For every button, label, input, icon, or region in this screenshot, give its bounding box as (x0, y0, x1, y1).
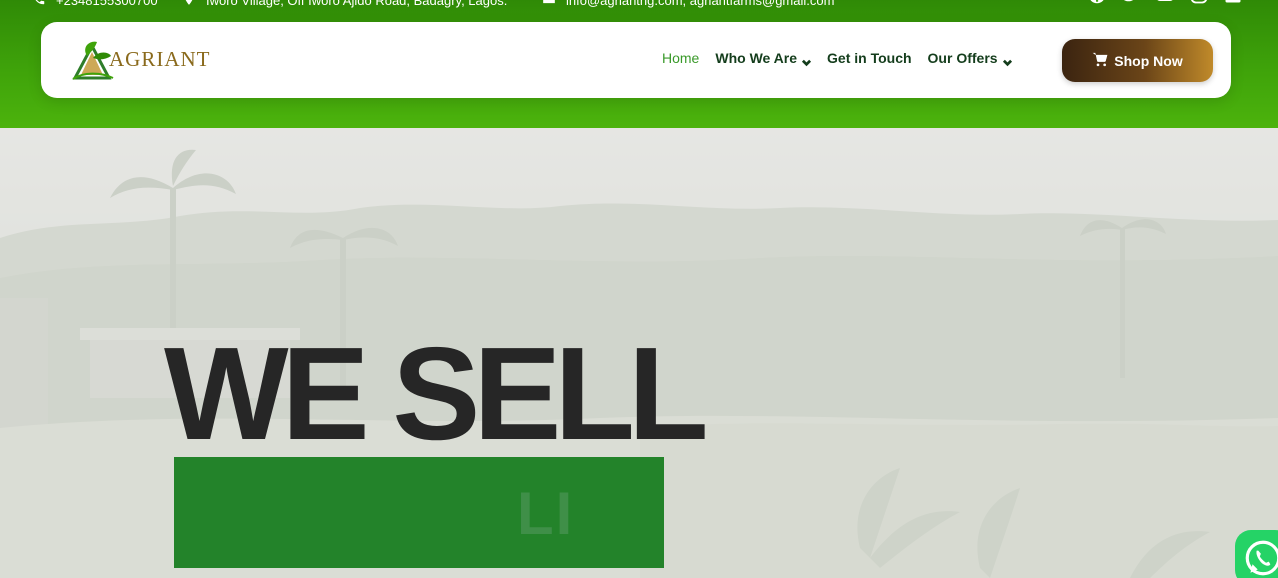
navigation-bar: AGRIANT Home Who We Are Get in Touch Our… (41, 22, 1231, 98)
info-bar: +2348155300700 Iworo Village, Off Iworo … (0, 0, 1278, 10)
youtube-icon[interactable] (1156, 0, 1174, 4)
hero-headline: WE SELL (164, 320, 709, 467)
instagram-icon[interactable] (1190, 0, 1208, 4)
social-links (1088, 0, 1242, 4)
envelope-icon (542, 0, 556, 9)
shop-now-label: Shop Now (1114, 52, 1183, 69)
nav-home-label: Home (662, 50, 700, 66)
agriant-logo[interactable]: AGRIANT (69, 38, 211, 82)
phone-text: +2348155300700 (56, 0, 158, 8)
rotating-text: LI (517, 480, 575, 547)
logo-text: AGRIANT (109, 47, 211, 71)
whatsapp-chat-button[interactable] (1235, 530, 1278, 578)
phone-info[interactable]: +2348155300700 (32, 0, 158, 9)
whatsapp-icon (1245, 540, 1278, 576)
nav-who-we-are[interactable]: Who We Are (715, 50, 812, 66)
nav-who-we-are-label: Who We Are (715, 50, 798, 66)
main-menu: Home Who We Are Get in Touch Our Offers (662, 50, 1012, 66)
nav-our-offers[interactable]: Our Offers (928, 50, 1012, 66)
hero-section: WE SELL LI (0, 128, 1278, 578)
shop-now-button[interactable]: Shop Now (1062, 39, 1213, 82)
header-band: +2348155300700 Iworo Village, Off Iworo … (0, 0, 1278, 128)
twitter-icon[interactable] (1122, 0, 1140, 4)
nav-get-in-touch-label: Get in Touch (827, 50, 912, 66)
phone-icon (32, 0, 46, 9)
linkedin-icon[interactable] (1224, 0, 1242, 4)
address-info: Iworo Village, Off Iworo Ajido Road, Bad… (182, 0, 507, 9)
chevron-down-icon (1002, 54, 1012, 66)
nav-home[interactable]: Home (662, 50, 699, 66)
address-text: Iworo Village, Off Iworo Ajido Road, Bad… (206, 0, 508, 8)
email-text: info@agriantng.com, agriantfarms@gmail.c… (566, 0, 835, 8)
nav-get-in-touch[interactable]: Get in Touch (827, 50, 912, 66)
location-pin-icon (182, 0, 196, 9)
facebook-icon[interactable] (1088, 0, 1106, 4)
chevron-down-icon (801, 54, 812, 66)
rotating-text-box: LI (174, 457, 664, 568)
email-info[interactable]: info@agriantng.com, agriantfarms@gmail.c… (542, 0, 834, 9)
nav-our-offers-label: Our Offers (927, 50, 998, 66)
shopping-cart-icon (1092, 52, 1108, 70)
